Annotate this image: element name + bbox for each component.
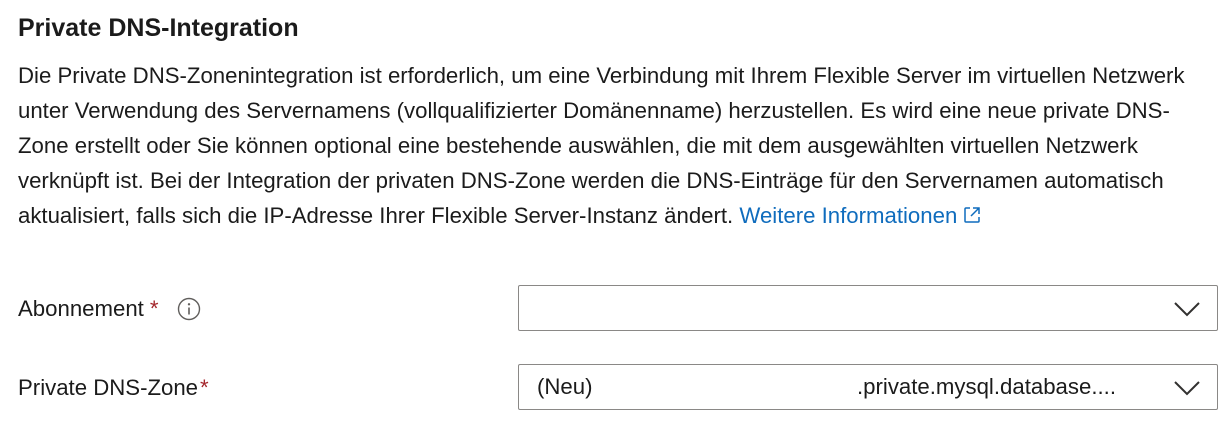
section-title: Private DNS-Integration bbox=[18, 14, 299, 42]
chevron-down-icon bbox=[1174, 302, 1200, 317]
subscription-label-group: Abonnement * bbox=[18, 285, 202, 333]
external-link-icon bbox=[964, 207, 981, 223]
dns-zone-dropdown[interactable]: (Neu) .private.mysql.database.... bbox=[518, 364, 1218, 410]
learn-more-label: Weitere Informationen bbox=[739, 203, 958, 228]
dns-zone-row: Private DNS-Zone * (Neu) .private.mysql.… bbox=[0, 364, 1232, 412]
dns-zone-label-group: Private DNS-Zone * bbox=[18, 364, 209, 412]
subscription-label: Abonnement bbox=[18, 296, 144, 321]
description-text: Die Private DNS-Zonenintegration ist erf… bbox=[18, 63, 1185, 228]
required-marker: * bbox=[200, 375, 209, 400]
subscription-dropdown[interactable] bbox=[518, 285, 1218, 331]
required-marker: * bbox=[149, 296, 159, 321]
info-icon[interactable] bbox=[176, 296, 202, 322]
dns-zone-label: Private DNS-Zone bbox=[18, 375, 199, 400]
dns-zone-value: .private.mysql.database.... bbox=[857, 374, 1116, 399]
subscription-row: Abonnement * bbox=[0, 285, 1232, 333]
section-description: Die Private DNS-Zonenintegration ist erf… bbox=[18, 58, 1218, 233]
private-dns-integration-section: Private DNS-Integration Die Private DNS-… bbox=[0, 0, 1232, 424]
chevron-down-icon bbox=[1174, 381, 1200, 396]
dns-zone-new-prefix: (Neu) bbox=[537, 374, 593, 399]
learn-more-link[interactable]: Weitere Informationen bbox=[739, 203, 982, 228]
